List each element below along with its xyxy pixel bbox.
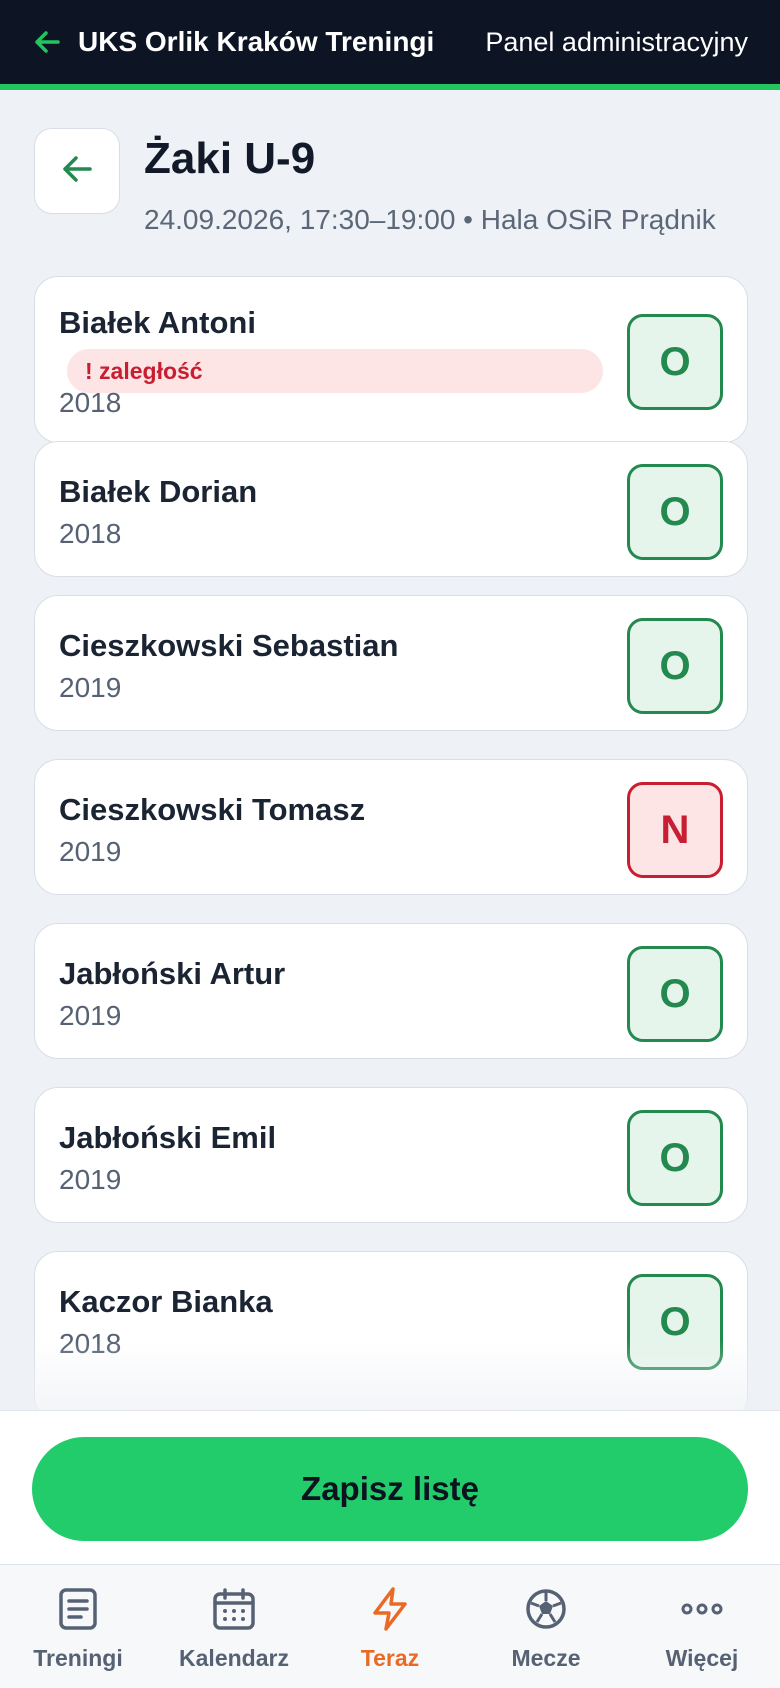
player-card: Cieszkowski Sebastian 2019 O [34, 595, 748, 731]
player-name: Cieszkowski Sebastian [59, 628, 399, 663]
arrow-left-icon [59, 151, 95, 192]
attendance-toggle[interactable]: N [627, 782, 723, 878]
attendance-toggle[interactable]: O [627, 946, 723, 1042]
nav-label: Więcej [665, 1645, 739, 1671]
overdue-badge: ! zaległość [67, 349, 603, 393]
player-card: Białek Antoni ! zaległość 2018 O [34, 276, 748, 443]
attendance-toggle[interactable]: O [627, 618, 723, 714]
player-year: 2018 [59, 387, 122, 418]
player-year: 2018 [59, 518, 122, 549]
attendance-toggle[interactable]: O [627, 464, 723, 560]
save-bar: Zapisz listę [0, 1410, 780, 1564]
player-card: Jabłoński Artur 2019 O [34, 923, 748, 1059]
nav-label: Teraz [360, 1645, 420, 1671]
admin-panel-link[interactable]: Panel administracyjny [485, 27, 748, 58]
player-name: Białek Dorian [59, 474, 258, 509]
nav-item-teraz[interactable]: Teraz [312, 1565, 468, 1688]
player-list[interactable]: Białek Antoni ! zaległość 2018 O Białek … [32, 276, 748, 1410]
document-icon [56, 1587, 100, 1631]
player-name: Cieszkowski Tomasz [59, 792, 366, 827]
soccer-ball-icon [524, 1587, 568, 1631]
player-year: 2019 [59, 836, 122, 867]
player-name: Kaczor Bianka [59, 1284, 273, 1319]
calendar-icon [212, 1587, 256, 1631]
bottom-nav: Treningi Kalendarz Teraz Mecze Więcej [0, 1564, 780, 1688]
arrow-left-icon[interactable] [32, 27, 62, 57]
player-name: Białek Antoni [59, 305, 256, 340]
save-list-button[interactable]: Zapisz listę [32, 1437, 748, 1541]
player-year: 2019 [59, 1164, 122, 1195]
attendance-toggle[interactable]: O [627, 1110, 723, 1206]
nav-label: Mecze [511, 1645, 581, 1671]
player-card: Cieszkowski Tomasz 2019 N [34, 759, 748, 895]
session-subtitle: 24.09.2026, 17:30–19:00 • Hala OSiR Prąd… [144, 204, 716, 235]
attendance-toggle[interactable]: O [627, 314, 723, 410]
nav-item-mecze[interactable]: Mecze [468, 1565, 624, 1688]
player-card: Jabłoński Emil 2019 O [34, 1087, 748, 1223]
back-button[interactable] [34, 128, 120, 214]
nav-item-kalendarz[interactable]: Kalendarz [156, 1565, 312, 1688]
scroll-fade [0, 1340, 780, 1410]
nav-label: Kalendarz [179, 1645, 289, 1671]
lightning-icon [368, 1587, 412, 1631]
session-title: Żaki U-9 [144, 134, 316, 183]
player-card: Białek Dorian 2018 O [34, 441, 748, 577]
player-year: 2019 [59, 672, 122, 703]
club-title: UKS Orlik Kraków Treningi [78, 26, 435, 57]
nav-item-treningi[interactable]: Treningi [0, 1565, 156, 1688]
nav-label: Treningi [33, 1645, 123, 1671]
player-year: 2019 [59, 1000, 122, 1031]
player-name: Jabłoński Artur [59, 956, 286, 991]
player-name: Jabłoński Emil [59, 1120, 277, 1155]
nav-item-wiecej[interactable]: Więcej [624, 1565, 780, 1688]
top-bar: UKS Orlik Kraków Treningi Panel administ… [0, 0, 780, 90]
more-dots-icon [680, 1587, 724, 1631]
session-header: Żaki U-9 24.09.2026, 17:30–19:00 • Hala … [32, 128, 748, 248]
